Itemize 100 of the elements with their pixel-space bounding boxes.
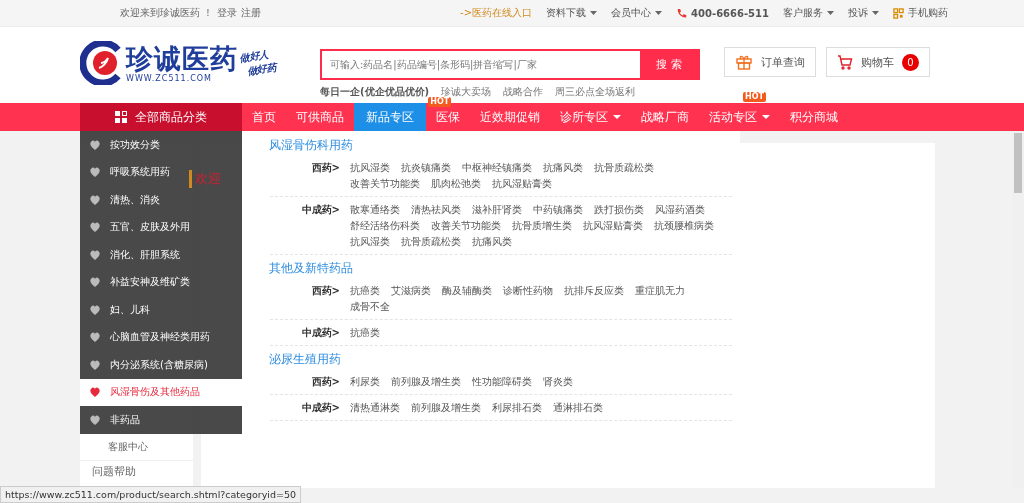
- subcategory-link[interactable]: 重症肌无力: [635, 283, 685, 299]
- category-item[interactable]: 妇、儿科: [80, 296, 242, 324]
- caret-icon: [827, 11, 834, 15]
- hot-link[interactable]: 战略合作: [503, 86, 544, 97]
- category-item[interactable]: 五官、皮肤及外用: [80, 213, 242, 241]
- caret-icon: [655, 11, 663, 15]
- subcategory-link[interactable]: 前列腺及增生类: [391, 374, 461, 390]
- hot-link[interactable]: 珍诚大卖场: [441, 86, 492, 97]
- dropdown-link[interactable]: 会员中心: [611, 6, 663, 20]
- category-item[interactable]: 心脑血管及神经类用药: [80, 323, 242, 351]
- subcategory-link[interactable]: 抗风湿贴膏类: [492, 176, 552, 192]
- subcategory-link[interactable]: 改善关节功能类: [350, 176, 420, 192]
- help-link[interactable]: 客服中心: [80, 436, 193, 458]
- search-button[interactable]: 搜 索: [640, 51, 698, 78]
- hot-link[interactable]: 每日一企(优企优品优价): [320, 86, 430, 97]
- dropdown-link[interactable]: 投诉: [848, 6, 879, 20]
- subcategory-link[interactable]: 抗骨质疏松类: [401, 234, 461, 250]
- group-label: 中成药>: [300, 203, 341, 217]
- dropdown-link[interactable]: 客户服务: [783, 6, 834, 20]
- category-item[interactable]: 补益安神及维矿类: [80, 268, 242, 296]
- category-icon: [89, 413, 101, 426]
- logo-slogan: 做好人: [238, 47, 270, 64]
- subcategory-link[interactable]: 滋补肝肾类: [472, 202, 522, 218]
- subcategory-link[interactable]: 风湿药酒类: [655, 202, 705, 218]
- category-item[interactable]: 清热、消炎: [80, 186, 242, 214]
- cart-button[interactable]: 购物车 0: [826, 47, 930, 77]
- subcategory-link[interactable]: 性功能障碍类: [472, 374, 532, 390]
- subcategory-link[interactable]: 通淋排石类: [553, 400, 603, 416]
- subcategory-link[interactable]: 抗颈腰椎病类: [654, 218, 714, 234]
- subcategory-link[interactable]: 肾炎类: [543, 374, 573, 390]
- category-item[interactable]: 按功效分类: [80, 131, 242, 159]
- subcategory-link[interactable]: 肌肉松弛类: [431, 176, 481, 192]
- subcategory-link[interactable]: 利尿类: [350, 374, 380, 390]
- subcategory-link[interactable]: 清热祛风类: [411, 202, 461, 218]
- section-title: 风湿骨伤科用药: [269, 137, 354, 154]
- group-label: 西药>: [310, 161, 341, 175]
- grid-icon: [115, 111, 127, 123]
- hot-badge: HOT: [428, 97, 452, 107]
- subcategory-link[interactable]: 改善关节功能类: [431, 218, 501, 234]
- subcategory-link[interactable]: 抗炎镇痛类: [401, 160, 451, 176]
- subcategory-link[interactable]: 抗痛风类: [543, 160, 583, 176]
- category-icon: [89, 248, 101, 261]
- subcategory-link[interactable]: 成骨不全: [350, 299, 390, 315]
- subcategory-link[interactable]: 利尿排石类: [492, 400, 542, 416]
- subcategory-link[interactable]: 抗骨质疏松类: [594, 160, 654, 176]
- hot-badge: HOT: [743, 92, 766, 102]
- group-label: 中成药>: [300, 326, 341, 340]
- nav-tab[interactable]: 近效期促销: [470, 103, 550, 131]
- hot-link[interactable]: 周三必点全场返利: [555, 86, 636, 97]
- subcategory-link[interactable]: 抗风湿类: [350, 160, 390, 176]
- account-link[interactable]: 登录: [217, 6, 238, 20]
- category-icon: [89, 303, 101, 316]
- group-label: 中成药>: [300, 401, 341, 415]
- nav-tab[interactable]: 诊所专区: [550, 103, 631, 131]
- subcategory-link[interactable]: 中枢神经镇痛类: [462, 160, 532, 176]
- category-icon: [89, 331, 101, 344]
- scrollbar-thumb[interactable]: [1014, 133, 1022, 193]
- subcategory-link[interactable]: 抗排斥反应类: [564, 283, 624, 299]
- subcategory-link[interactable]: 舒经活络伤科类: [350, 218, 420, 234]
- subcategory-link[interactable]: 抗风湿类: [350, 234, 390, 250]
- gift-icon: [735, 53, 753, 71]
- category-icon: [89, 138, 101, 151]
- category-item[interactable]: 消化、肝胆系统: [80, 241, 242, 269]
- order-query-button[interactable]: 订单查询: [724, 47, 816, 77]
- search-bar[interactable]: 可输入:药品名|药品编号|条形码|拼音缩写|厂家 搜 索: [320, 49, 700, 80]
- subcategory-link[interactable]: 艾滋病类: [391, 283, 431, 299]
- category-icon: [89, 221, 101, 234]
- group-label: 西药>: [310, 284, 341, 298]
- all-categories-button[interactable]: 全部商品分类: [80, 103, 242, 131]
- category-icon: [89, 166, 101, 179]
- subcategory-link[interactable]: 酶及辅酶类: [442, 283, 492, 299]
- all-categories-label: 全部商品分类: [135, 108, 207, 126]
- help-link[interactable]: 问题帮助: [80, 460, 193, 482]
- nav-tab[interactable]: 可供商品: [286, 103, 354, 131]
- nav-tab[interactable]: 首页: [242, 103, 286, 131]
- caret-icon: [872, 11, 879, 15]
- subcategory-link[interactable]: 清热通淋类: [350, 400, 400, 416]
- nav-tab[interactable]: 活动专区: [699, 103, 780, 131]
- category-icon: [89, 386, 101, 399]
- section-title: 泌尿生殖用药: [269, 351, 342, 368]
- subcategory-link[interactable]: 抗癌类: [350, 283, 380, 299]
- category-item[interactable]: 非药品: [80, 406, 242, 434]
- subcategory-link[interactable]: 抗骨质增生类: [512, 218, 572, 234]
- subcategory-link[interactable]: 跌打损伤类: [594, 202, 644, 218]
- nav-tab[interactable]: 积分商城: [780, 103, 848, 131]
- welcome-text: 欢迎来到珍诚医药 ！: [120, 6, 214, 20]
- nav-tab[interactable]: 战略厂商: [631, 103, 699, 131]
- subcategory-link[interactable]: 中药镇痛类: [533, 202, 583, 218]
- dropdown-link[interactable]: 资料下载: [546, 6, 598, 20]
- subcategory-link[interactable]: 前列腺及增生类: [411, 400, 481, 416]
- category-item[interactable]: 内分泌系统(含糖尿病): [80, 351, 242, 379]
- subcategory-link[interactable]: 抗癌类: [350, 325, 380, 341]
- subcategory-link[interactable]: 抗风湿贴膏类: [583, 218, 643, 234]
- subcategory-link[interactable]: 抗痛风类: [472, 234, 512, 250]
- mobile-shop-link[interactable]: 手机购药: [908, 6, 948, 20]
- status-bar-url: https://www.zc511.com/product/search.shtml?categoryid=50: [0, 486, 301, 503]
- caret-icon: [762, 115, 770, 119]
- subcategory-link[interactable]: 诊断性药物: [503, 283, 553, 299]
- account-link[interactable]: 注册: [241, 6, 262, 20]
- subcategory-link[interactable]: 散寒通络类: [350, 202, 400, 218]
